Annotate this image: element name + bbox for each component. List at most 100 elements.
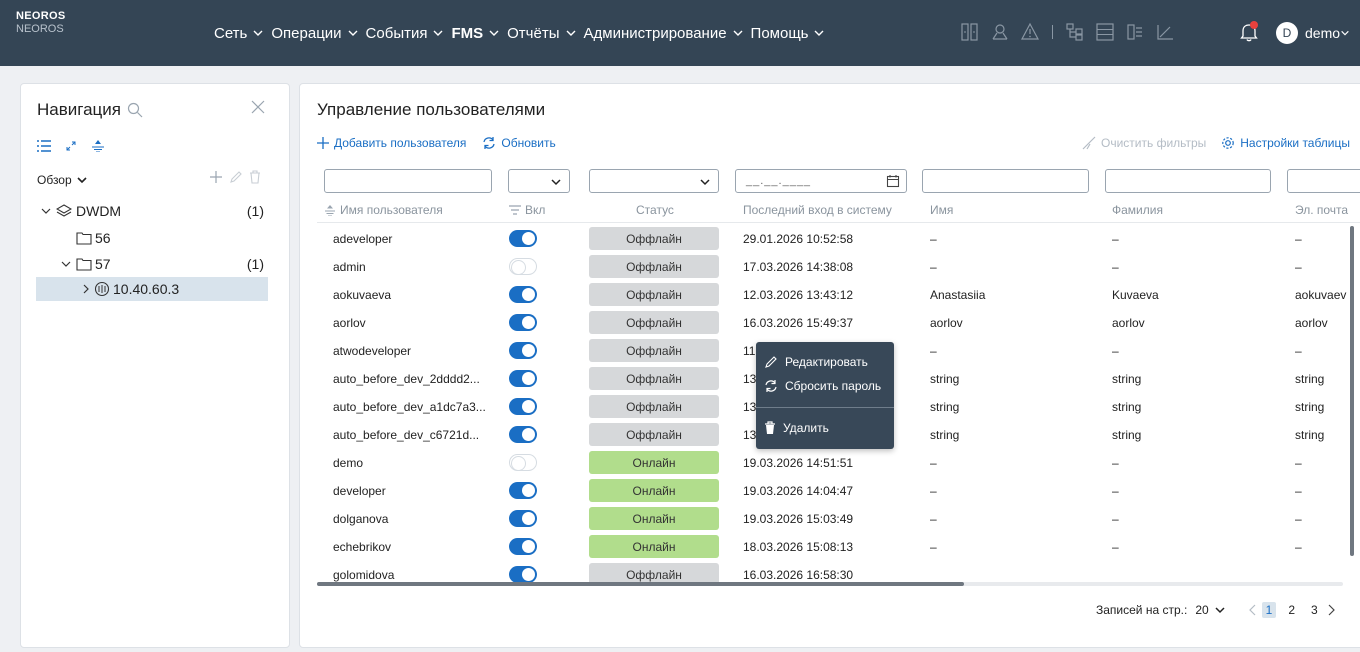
enabled-toggle[interactable]: [509, 398, 537, 415]
devices-icon[interactable]: [960, 22, 980, 42]
logo[interactable]: NEOROS NEOROS: [16, 10, 65, 36]
cell-email: string: [1295, 400, 1325, 414]
page-2-button[interactable]: 2: [1284, 602, 1299, 618]
user-menu[interactable]: demo: [1305, 25, 1350, 41]
table-row[interactable]: echebrikov Онлайн 18.03.2026 15:08:13 – – –: [300, 533, 1360, 561]
warning-icon[interactable]: [1020, 22, 1040, 42]
topology-icon[interactable]: [1065, 22, 1085, 42]
tree-item-56[interactable]: 56: [36, 226, 268, 250]
menu-network[interactable]: Сеть: [214, 25, 264, 42]
table-row[interactable]: admin Оффлайн 17.03.2026 14:38:08 – – –: [300, 253, 1360, 281]
chevron-right-icon[interactable]: [1326, 604, 1336, 616]
chart-icon[interactable]: [1155, 22, 1175, 42]
email-filter-input[interactable]: [1287, 169, 1360, 193]
menu-events[interactable]: События: [366, 25, 445, 42]
clear-filters-button[interactable]: Очистить фильтры: [1082, 136, 1206, 150]
menu-reports[interactable]: Отчёты: [507, 25, 576, 42]
search-icon[interactable]: [127, 102, 143, 118]
table-actions: Добавить пользователя Обновить: [317, 136, 572, 150]
column-header-username[interactable]: Имя пользователя: [324, 203, 443, 217]
add-user-button[interactable]: Добавить пользователя: [317, 136, 466, 150]
trash-icon[interactable]: [249, 170, 261, 184]
enabled-toggle[interactable]: [509, 426, 537, 443]
table-row[interactable]: demo Онлайн 19.03.2026 14:51:51 – – –: [300, 449, 1360, 477]
calendar-icon[interactable]: [886, 174, 900, 188]
cell-first-name: Anastasiia: [930, 288, 986, 302]
close-icon[interactable]: [251, 100, 265, 114]
enabled-toggle[interactable]: [509, 370, 537, 387]
table-row[interactable]: aorlov Оффлайн 16.03.2026 15:49:37 aorlov ao…: [300, 309, 1360, 337]
list-view-icon[interactable]: [1095, 22, 1115, 42]
last-name-filter-input[interactable]: [1105, 169, 1271, 193]
enabled-toggle[interactable]: [509, 454, 537, 471]
delete-menu-item[interactable]: Удалить: [764, 421, 829, 435]
edit-icon[interactable]: [229, 170, 243, 184]
table-row[interactable]: aokuvaeva Оффлайн 12.03.2026 13:43:12 Anast…: [300, 281, 1360, 309]
trash-icon: [765, 421, 775, 434]
status-badge: Онлайн: [589, 451, 719, 474]
menu-operations[interactable]: Операции: [271, 25, 358, 42]
column-header-email[interactable]: Эл. почта: [1295, 203, 1348, 217]
tree-item-57[interactable]: 57 (1): [36, 252, 268, 276]
overview-dropdown[interactable]: Обзор: [37, 173, 88, 187]
enabled-toggle[interactable]: [509, 314, 537, 331]
table-settings-button[interactable]: Настройки таблицы: [1221, 136, 1350, 150]
column-header-last-name[interactable]: Фамилия: [1112, 203, 1163, 217]
enabled-toggle[interactable]: [509, 286, 537, 303]
menu-administration[interactable]: Администрирование: [584, 25, 744, 42]
first-name-filter-input[interactable]: [922, 169, 1089, 193]
column-header-label: Эл. почта: [1295, 203, 1349, 217]
menu-help[interactable]: Помощь: [751, 25, 826, 42]
vertical-scrollbar[interactable]: [1350, 226, 1354, 556]
table-row[interactable]: adeveloper Оффлайн 29.01.2026 10:52:58 – – –: [300, 225, 1360, 253]
status-filter-select[interactable]: [589, 169, 719, 193]
refresh-button[interactable]: Обновить: [482, 136, 556, 150]
page-1-button[interactable]: 1: [1261, 602, 1277, 618]
status-badge: Оффлайн: [589, 283, 719, 306]
tree-list-icon[interactable]: [37, 140, 51, 152]
notifications-button[interactable]: [1240, 21, 1258, 45]
enabled-toggle[interactable]: [509, 538, 537, 555]
cell-email: –: [1295, 456, 1302, 470]
column-header-enabled[interactable]: Вкл: [509, 203, 545, 217]
enabled-toggle[interactable]: [509, 230, 537, 247]
inventory-icon[interactable]: [1125, 22, 1145, 42]
chevron-down-icon: [814, 30, 824, 36]
map-pin-icon[interactable]: [990, 22, 1010, 42]
per-page-select[interactable]: 20: [1195, 603, 1225, 617]
enabled-toggle[interactable]: [509, 258, 537, 275]
column-header-status[interactable]: Статус: [636, 203, 674, 217]
page-3-button[interactable]: 3: [1307, 602, 1322, 618]
add-icon[interactable]: [209, 170, 223, 184]
column-header-last-login[interactable]: Последний вход в систему: [743, 203, 892, 217]
horizontal-scrollbar[interactable]: [317, 582, 1343, 586]
sort-icon[interactable]: [91, 140, 105, 152]
enabled-toggle[interactable]: [509, 482, 537, 499]
table-row[interactable]: dolganova Онлайн 19.03.2026 15:03:49 – – –: [300, 505, 1360, 533]
column-header-first-name[interactable]: Имя: [930, 203, 953, 217]
table-row[interactable]: developer Онлайн 19.03.2026 14:04:47 – – –: [300, 477, 1360, 505]
cell-username: echebrikov: [333, 540, 392, 554]
enabled-toggle[interactable]: [509, 510, 537, 527]
enabled-filter-select[interactable]: [508, 169, 570, 193]
username-filter-input[interactable]: [324, 169, 492, 193]
chevron-right-icon: [83, 284, 89, 294]
navigation-panel: Навигация Обзор DWDM (1) 56 57 (1) 10.40…: [20, 83, 290, 648]
per-page-value: 20: [1195, 603, 1209, 617]
enabled-toggle[interactable]: [509, 566, 537, 583]
avatar[interactable]: D: [1276, 22, 1298, 44]
cell-email: –: [1295, 260, 1302, 274]
enabled-toggle[interactable]: [509, 342, 537, 359]
menu-fms[interactable]: FMS: [451, 25, 500, 42]
status-badge: Онлайн: [589, 507, 719, 530]
chevron-left-icon[interactable]: [1248, 604, 1258, 616]
tree-item-dwdm[interactable]: DWDM (1): [36, 199, 268, 223]
expand-icon[interactable]: [65, 140, 77, 152]
scrollbar-thumb[interactable]: [317, 582, 964, 586]
last-login-filter-date[interactable]: __.__.____: [735, 169, 907, 193]
navigation-title-text: Навигация: [37, 100, 121, 119]
reset-password-menu-item[interactable]: Сбросить пароль: [764, 379, 881, 393]
edit-menu-item[interactable]: Редактировать: [764, 355, 868, 369]
tree-item-10-40-60-3[interactable]: 10.40.60.3: [36, 277, 268, 301]
status-badge: Онлайн: [589, 535, 719, 558]
